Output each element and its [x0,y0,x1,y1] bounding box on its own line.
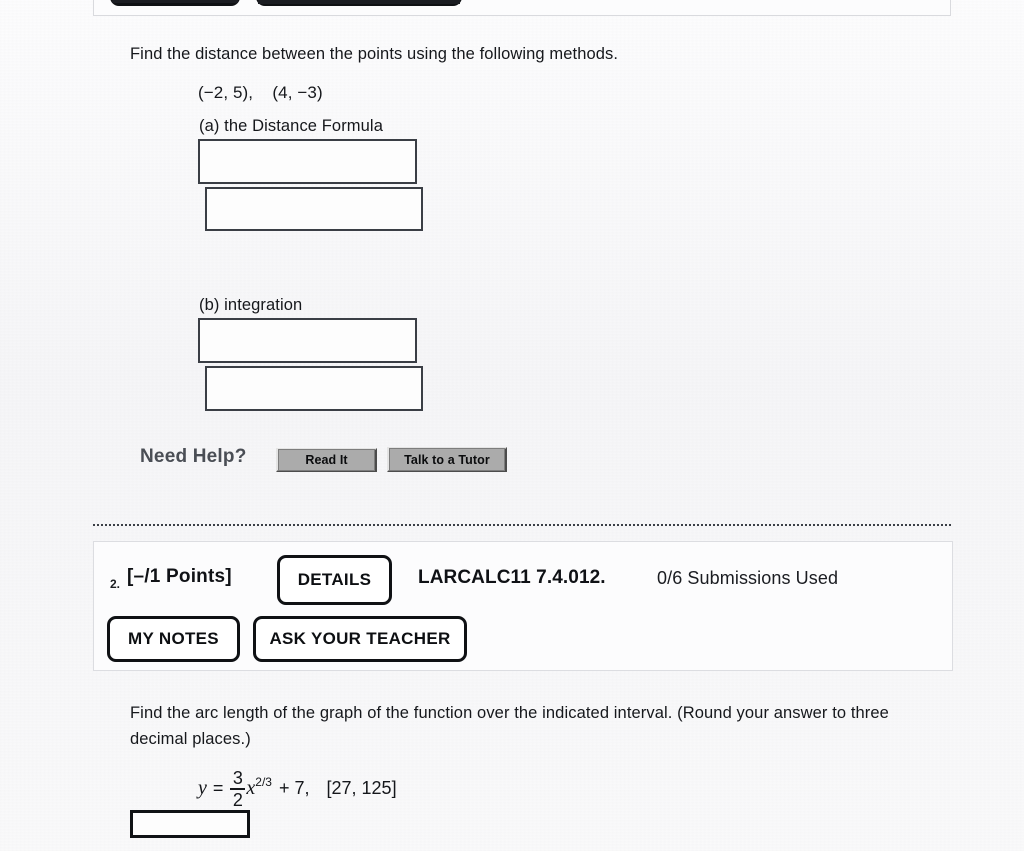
question1-points-expression: (−2, 5), (4, −3) [198,83,323,102]
details-button-label: DETAILS [297,570,372,589]
need-help-label: Need Help? [140,446,247,467]
details-button[interactable]: DETAILS [277,555,392,605]
formula-interval: [27, 125] [326,777,397,798]
question2-formula: y = 3 2 x 2/3 + 7, [27, 125] [198,768,397,810]
part-a-answer-box-1[interactable] [198,139,417,184]
question1-prompt: Find the distance between the points usi… [130,45,619,63]
part-b-answer-box-1[interactable] [198,318,417,363]
talk-to-a-tutor-button-label: Talk to a Tutor [389,448,505,471]
talk-to-a-tutor-button[interactable]: Talk to a Tutor [387,447,507,472]
formula-plus-term: + 7, [278,777,310,798]
question2-answer-box[interactable] [130,810,250,838]
read-it-button-label: Read It [278,449,375,471]
formula-exponent: 2/3 [255,775,272,789]
question2-number: 2. [110,577,121,591]
formula-fraction: 3 2 [230,768,246,810]
question2-textbook-code: LARCALC11 7.4.012. [418,567,606,588]
question2-points: [–/1 Points] [127,566,232,587]
part-a-label: (a) the Distance Formula [199,117,383,135]
ask-your-teacher-button-label: ASK YOUR TEACHER [269,629,451,648]
formula-fraction-numerator: 3 [232,768,243,788]
formula-fraction-denominator: 2 [232,790,243,810]
ask-your-teacher-button[interactable]: ASK YOUR TEACHER [253,616,467,662]
read-it-button[interactable]: Read It [276,448,377,472]
cut-off-button-edge-left [112,0,238,3]
formula-lhs: y [198,776,207,799]
question2-submissions-used: 0/6 Submissions Used [657,568,839,588]
question2-prompt: Find the arc length of the graph of the … [130,704,889,748]
my-notes-button-label: MY NOTES [128,629,219,648]
part-a-answer-box-2[interactable] [205,187,423,231]
my-notes-button[interactable]: MY NOTES [107,616,240,662]
part-b-answer-box-2[interactable] [205,366,423,411]
formula-equals: = [212,777,224,798]
part-b-label: (b) integration [199,296,303,314]
cut-off-button-edge-right [258,0,460,4]
formula-variable: x [246,776,256,799]
section-divider [93,524,951,526]
